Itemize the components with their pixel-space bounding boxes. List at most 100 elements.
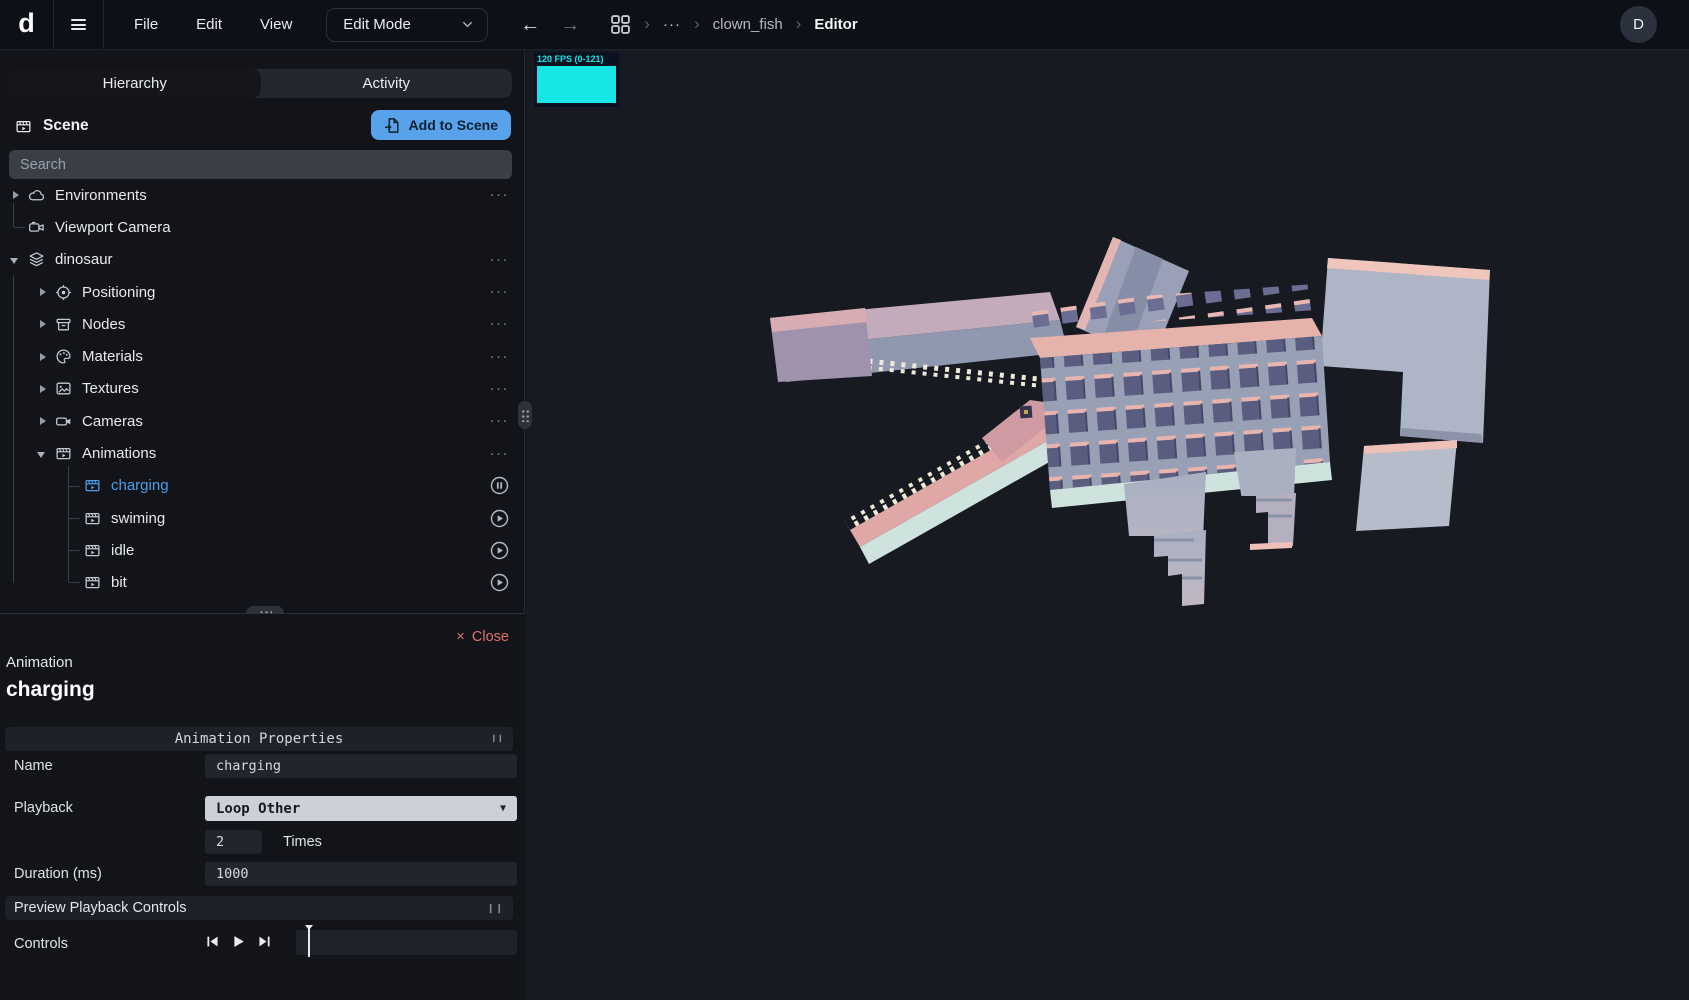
tree-item-label: Materials <box>82 348 143 365</box>
left-sidebar: Hierarchy Activity Scene Add to Scene <box>0 50 525 1000</box>
close-panel-button[interactable]: × Close <box>456 628 509 645</box>
expand-arrow-icon[interactable] <box>35 285 49 299</box>
menu-file[interactable]: File <box>134 16 158 33</box>
item-options-button[interactable]: ··· <box>490 289 510 295</box>
item-options-button[interactable]: ··· <box>490 321 510 327</box>
tree-item-label: Viewport Camera <box>55 219 171 236</box>
target-icon <box>55 284 72 301</box>
expand-arrow-icon[interactable] <box>8 188 22 202</box>
expand-arrow-icon[interactable] <box>35 414 49 428</box>
search-input[interactable] <box>9 150 512 179</box>
item-options-button[interactable]: ··· <box>490 354 510 360</box>
tree-item-animation-swiming[interactable]: swiming <box>0 502 525 534</box>
breadcrumb-ellipsis-button[interactable]: ··· <box>663 16 681 33</box>
section-collapse-icon[interactable]: ❙❙ <box>491 734 504 744</box>
playback-select[interactable]: Loop Other ▼ <box>205 796 517 821</box>
breadcrumb-project[interactable]: clown_fish <box>713 16 783 33</box>
preview-playback-header: Preview Playback Controls ❙❙ <box>5 896 513 920</box>
breadcrumb: › ··· › clown_fish › Editor <box>610 14 857 35</box>
expand-arrow-icon[interactable] <box>35 350 49 364</box>
tree-item-cameras[interactable]: Cameras ··· <box>0 405 525 437</box>
skip-to-start-button[interactable] <box>205 934 220 949</box>
collapse-arrow-icon[interactable] <box>35 447 49 461</box>
menu-view[interactable]: View <box>260 16 292 33</box>
tree-item-textures[interactable]: Textures ··· <box>0 373 525 405</box>
item-options-button[interactable]: ··· <box>490 257 510 263</box>
tree-item-animation-idle[interactable]: idle <box>0 534 525 566</box>
tree-item-label: Nodes <box>82 316 125 333</box>
scene-header: Scene <box>15 112 89 140</box>
section-collapse-icon[interactable]: ❙❙ <box>487 903 504 914</box>
playback-field-row: Playback Loop Other ▼ <box>0 796 525 820</box>
pause-circle-button[interactable] <box>490 476 509 495</box>
tab-activity[interactable]: Activity <box>261 69 513 98</box>
tree-item-viewport-camera[interactable]: Viewport Camera <box>0 211 525 243</box>
times-field-row: Times <box>0 830 525 854</box>
tree-item-animation-bit[interactable]: bit <box>0 567 525 599</box>
menu-edit[interactable]: Edit <box>196 16 222 33</box>
skip-to-end-button[interactable] <box>257 934 272 949</box>
sidebar-resize-handle[interactable] <box>518 401 532 429</box>
tree-item-animations[interactable]: Animations ··· <box>0 437 525 469</box>
animation-properties-header-label: Animation Properties <box>175 731 344 747</box>
name-input[interactable] <box>205 754 517 778</box>
fps-label: 120 FPS (0-121) <box>537 54 616 64</box>
forward-button[interactable]: → <box>560 15 580 35</box>
play-circle-button[interactable] <box>490 541 509 560</box>
play-circle-button[interactable] <box>490 573 509 592</box>
tree-item-label: dinosaur <box>55 251 113 268</box>
breadcrumb-separator-icon: › <box>694 15 700 32</box>
tree-item-environments[interactable]: Environments ··· <box>0 179 525 211</box>
scene-tree: Environments ··· Viewport Camera dinosau… <box>0 179 525 599</box>
tree-item-materials[interactable]: Materials ··· <box>0 340 525 372</box>
times-input[interactable] <box>205 830 262 854</box>
box-icon <box>55 316 72 333</box>
add-to-scene-button[interactable]: Add to Scene <box>371 110 511 140</box>
expand-arrow-icon[interactable] <box>35 382 49 396</box>
clapperboard-icon <box>84 510 101 527</box>
viewport-3d[interactable]: 120 FPS (0-121) <box>526 50 1689 1000</box>
scene-clapperboard-icon <box>15 118 32 135</box>
edit-mode-select[interactable]: Edit Mode <box>326 8 488 42</box>
tree-item-animation-charging[interactable]: charging <box>0 470 525 502</box>
item-options-button[interactable]: ··· <box>490 192 510 198</box>
play-button[interactable] <box>231 934 246 949</box>
hamburger-menu-button[interactable] <box>54 0 104 49</box>
home-grid-icon[interactable] <box>610 14 631 35</box>
tree-item-nodes[interactable]: Nodes ··· <box>0 308 525 340</box>
duration-input[interactable] <box>205 862 517 886</box>
item-options-button[interactable]: ··· <box>490 418 510 424</box>
item-options-button[interactable]: ··· <box>490 386 510 392</box>
select-caret-icon: ▼ <box>500 803 506 814</box>
playhead-marker[interactable] <box>308 926 310 957</box>
clapperboard-icon <box>84 574 101 591</box>
expand-arrow-icon[interactable] <box>35 317 49 331</box>
controls-label: Controls <box>14 936 68 952</box>
fps-graph-bar <box>537 66 616 103</box>
logo-glyph: d <box>18 8 35 39</box>
user-avatar[interactable]: D <box>1620 6 1657 43</box>
tree-item-dinosaur[interactable]: dinosaur ··· <box>0 244 525 276</box>
clapperboard-icon <box>84 542 101 559</box>
panel-kind-label: Animation <box>6 654 73 671</box>
top-bar: d File Edit View Edit Mode ← → › ··· › c… <box>0 0 1689 50</box>
panel-title: charging <box>6 678 95 702</box>
play-circle-button[interactable] <box>490 509 509 528</box>
breadcrumb-separator-icon: › <box>644 15 650 32</box>
app-window: d File Edit View Edit Mode ← → › ··· › c… <box>0 0 1689 1000</box>
tree-item-label: idle <box>111 542 134 559</box>
app-logo[interactable]: d <box>0 0 54 49</box>
timeline-slider[interactable] <box>296 930 517 955</box>
layers-icon <box>28 251 45 268</box>
tab-hierarchy[interactable]: Hierarchy <box>9 69 261 98</box>
back-button[interactable]: ← <box>520 15 540 35</box>
tree-item-positioning[interactable]: Positioning ··· <box>0 276 525 308</box>
preview-playback-header-label: Preview Playback Controls <box>14 900 186 916</box>
playback-value: Loop Other <box>216 801 300 817</box>
item-options-button[interactable]: ··· <box>490 451 510 457</box>
collapse-arrow-icon[interactable] <box>8 253 22 267</box>
duration-field-row: Duration (ms) <box>0 862 525 886</box>
close-x-icon: × <box>456 628 465 645</box>
breadcrumb-page: Editor <box>814 16 857 33</box>
chevron-down-icon <box>460 17 475 32</box>
